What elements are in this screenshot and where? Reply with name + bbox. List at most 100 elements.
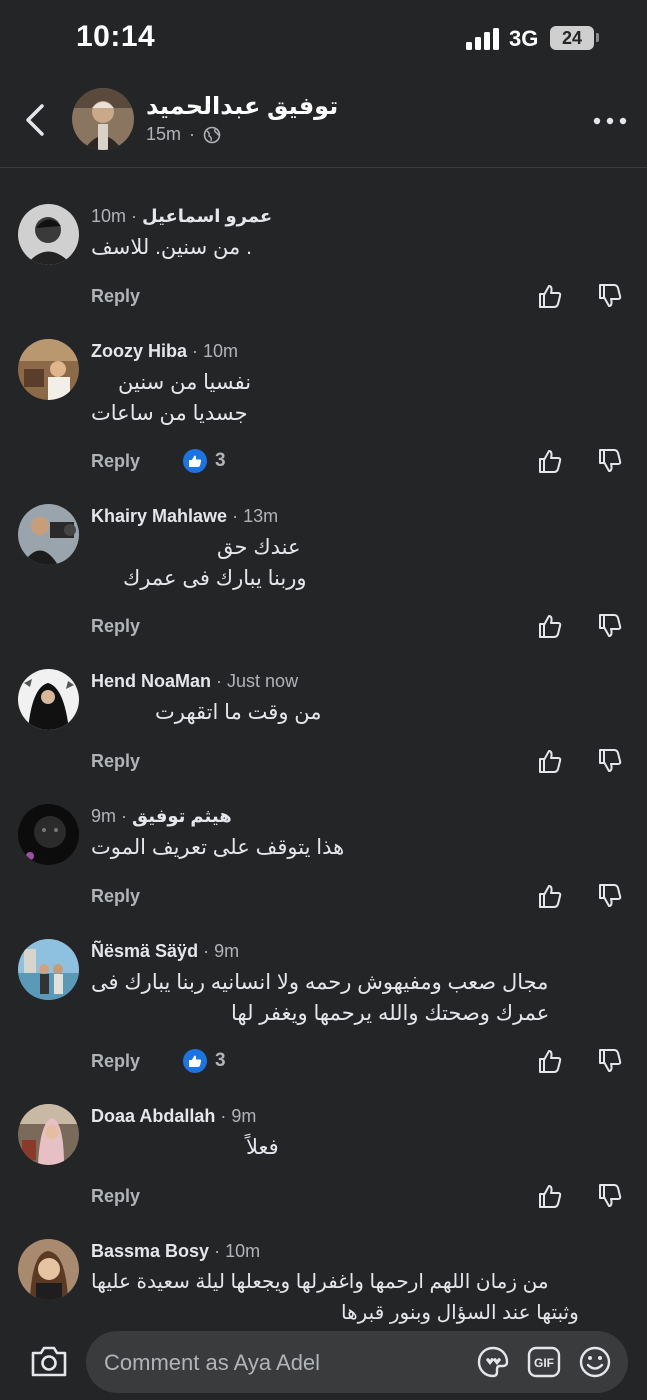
thumbs-down-icon[interactable] (597, 1048, 623, 1074)
thumbs-up-icon[interactable] (537, 1183, 563, 1209)
comment-text: نفسيا من سنين جسديا من ساعات (91, 367, 251, 429)
reply-button[interactable]: Reply (91, 886, 140, 907)
back-arrow-icon[interactable] (18, 100, 54, 140)
reply-button[interactable]: Reply (91, 286, 140, 307)
commenter-name[interactable]: هيثم توفيق (132, 806, 232, 826)
comment-composer: Comment as Aya Adel GIF (0, 1324, 647, 1400)
status-bar: 10:14 3G 24 (0, 0, 647, 80)
reply-button[interactable]: Reply (91, 1051, 140, 1072)
commenter-name[interactable]: Bassma Bosy (91, 1241, 209, 1261)
emoji-icon[interactable] (578, 1345, 612, 1379)
thumbs-down-icon[interactable] (597, 613, 623, 639)
comment-line: فعلاً (246, 1136, 279, 1159)
gif-label: GIF (534, 1356, 554, 1370)
commenter-avatar[interactable] (18, 669, 79, 730)
comment-separator: · (214, 1241, 226, 1261)
battery-icon: 24 (550, 26, 594, 50)
thumbs-up-icon[interactable] (537, 748, 563, 774)
comment-header: Zoozy Hiba · 10m (91, 341, 238, 362)
status-time: 10:14 (76, 20, 156, 53)
globe-icon (203, 126, 221, 143)
comment-item: Doaa Abdallah · 9m فعلاً Reply (0, 1104, 647, 1239)
comment-item: 9m · هيثم توفيق هذا يتوقف على تعريف المو… (0, 804, 647, 939)
comment-header: Ñësmä Säÿd · 9m (91, 941, 239, 962)
camera-icon[interactable] (29, 1343, 69, 1379)
like-count[interactable]: 3 (183, 1049, 226, 1073)
comment-text: من سنين. للاسف . (91, 232, 252, 263)
commenter-avatar[interactable] (18, 939, 79, 1000)
reply-button[interactable]: Reply (91, 451, 140, 472)
commenter-avatar[interactable] (18, 1239, 79, 1300)
author-name[interactable]: توفيق عبدالحميد (146, 92, 338, 121)
comment-line: مجال صعب ومفيهوش رحمه ولا انسانيه ربنا ي… (91, 971, 549, 994)
commenter-name[interactable]: عمرو اسماعيل (142, 206, 272, 226)
comment-item: Bassma Bosy · 10m من زمان اللهم ارحمها و… (0, 1239, 647, 1324)
post-separator: · (189, 124, 196, 144)
comment-separator: · (216, 671, 228, 691)
comment-line: وثبتها عند السؤال وبنور قبرها (341, 1302, 579, 1324)
comment-time: 13m (243, 506, 279, 526)
commenter-avatar[interactable] (18, 339, 79, 400)
thumbs-up-icon[interactable] (537, 613, 563, 639)
comment-line: من وقت ما اتقهرت (155, 701, 322, 724)
commenter-avatar[interactable] (18, 504, 79, 565)
reply-button[interactable]: Reply (91, 616, 140, 637)
reply-button[interactable]: Reply (91, 1186, 140, 1207)
comment-text: مجال صعب ومفيهوش رحمه ولا انسانيه ربنا ي… (91, 967, 549, 1029)
comment-item: Khairy Mahlawe · 13m عندك حق وربنا يبارك… (0, 504, 647, 639)
comment-input[interactable]: Comment as Aya Adel GIF (86, 1331, 628, 1393)
comment-header: 9m · هيثم توفيق (91, 806, 232, 827)
comment-line: من زمان اللهم ارحمها واغفرلها ويجعلها لي… (91, 1271, 549, 1293)
thumbs-up-icon[interactable] (537, 283, 563, 309)
more-options-icon[interactable] (592, 114, 628, 128)
comment-separator: · (220, 1106, 232, 1126)
commenter-name[interactable]: Khairy Mahlawe (91, 506, 227, 526)
thumbs-down-icon[interactable] (597, 448, 623, 474)
comment-text: هذا يتوقف على تعريف الموت (91, 832, 344, 863)
comment-time: 9m (214, 941, 240, 961)
comment-text: من زمان اللهم ارحمها واغفرلها ويجعلها لي… (91, 1267, 579, 1324)
comment-time: 10m (91, 206, 127, 226)
comment-text: فعلاً (91, 1132, 279, 1163)
comment-header: Doaa Abdallah · 9m (91, 1106, 256, 1127)
network-label: 3G (509, 26, 539, 51)
battery-tip (596, 33, 599, 42)
commenter-name[interactable]: Ñësmä Säÿd (91, 941, 198, 961)
comment-text: عندك حق وربنا يبارك فى عمرك (91, 532, 307, 594)
comment-placeholder: Comment as Aya Adel (104, 1350, 321, 1375)
post-header: توفيق عبدالحميد 15m · (0, 80, 647, 168)
post-time: 15m (146, 124, 182, 144)
commenter-name[interactable]: Doaa Abdallah (91, 1106, 215, 1126)
commenter-name[interactable]: Hend NoaMan (91, 671, 211, 691)
like-badge-icon (183, 449, 207, 473)
comment-item: Ñësmä Säÿd · 9m مجال صعب ومفيهوش رحمه ول… (0, 939, 647, 1074)
commenter-avatar[interactable] (18, 804, 79, 865)
commenter-avatar[interactable] (18, 204, 79, 265)
comment-item: 10m · عمرو اسماعيل من سنين. للاسف . Repl… (0, 204, 647, 339)
comment-line: نفسيا من سنين (118, 371, 252, 394)
thumbs-up-icon[interactable] (537, 1048, 563, 1074)
thumbs-down-icon[interactable] (597, 883, 623, 909)
comment-time: Just now (227, 671, 299, 691)
comment-line: هذا يتوقف على تعريف الموت (91, 836, 345, 859)
reply-button[interactable]: Reply (91, 751, 140, 772)
thumbs-up-icon[interactable] (537, 448, 563, 474)
author-avatar[interactable] (72, 88, 134, 150)
commenter-name[interactable]: Zoozy Hiba (91, 341, 187, 361)
comment-line: من سنين. للاسف . (91, 236, 252, 259)
gif-icon[interactable]: GIF (527, 1345, 561, 1379)
sticker-icon[interactable] (476, 1345, 510, 1379)
thumbs-down-icon[interactable] (597, 1183, 623, 1209)
comment-item: Zoozy Hiba · 10m نفسيا من سنين جسديا من … (0, 339, 647, 474)
thumbs-up-icon[interactable] (537, 883, 563, 909)
comment-line: عندك حق (217, 536, 301, 559)
thumbs-down-icon[interactable] (597, 748, 623, 774)
thumbs-down-icon[interactable] (597, 283, 623, 309)
comment-header: Hend NoaMan · Just now (91, 671, 298, 692)
like-number: 3 (215, 1050, 226, 1071)
commenter-avatar[interactable] (18, 1104, 79, 1165)
comment-time: 10m (203, 341, 239, 361)
like-count[interactable]: 3 (183, 449, 226, 473)
comment-separator: · (192, 341, 204, 361)
comment-text: من وقت ما اتقهرت (91, 697, 322, 728)
